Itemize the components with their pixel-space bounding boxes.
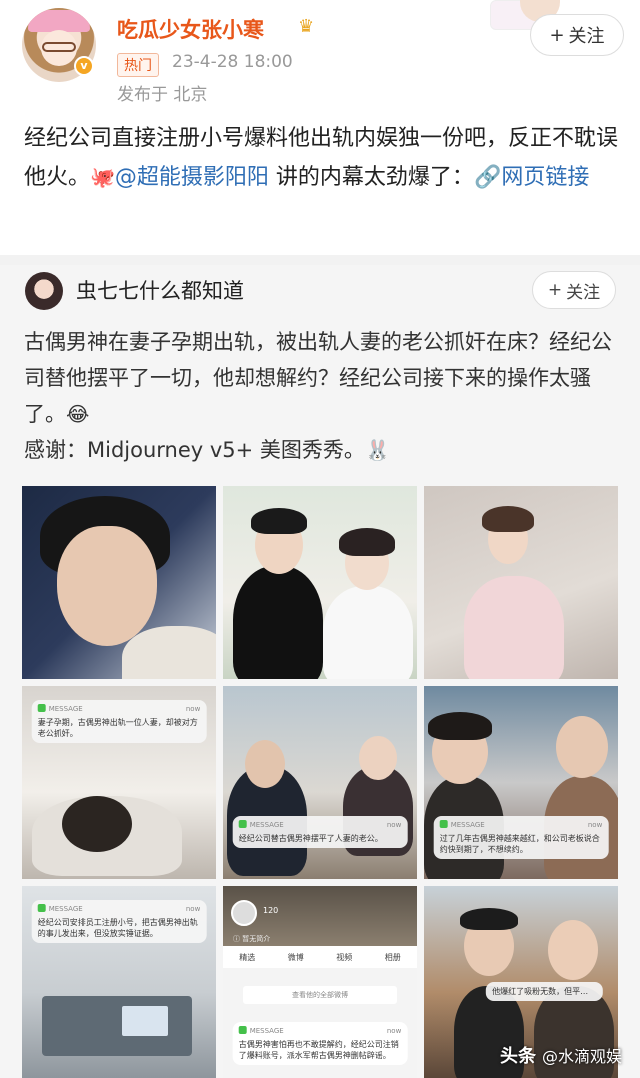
message-notification: MESSAGE now 妻子孕期，古偶男神出轨一位人妻，却被对方老公抓奸。: [31, 700, 207, 743]
grid-image-7[interactable]: MESSAGE now 经纪公司安排员工注册小号，把古偶男神出轨的事儿发出来，但没…: [22, 886, 216, 1078]
message-app-icon: [238, 1026, 247, 1034]
message-text: 古偶男神害怕再也不敢提解约，经纪公司注销了爆料账号，派水军帮古偶男神删帖辟谣。: [238, 1040, 399, 1060]
post-body: 经纪公司直接注册小号爆料他出轨内娱独一份吧，反正不耽误他火。🐙@超能摄影阳阳 讲…: [24, 120, 624, 197]
view-all-button: 查看他的全部微博: [243, 986, 397, 1004]
grid-image-5[interactable]: MESSAGE now 经纪公司替古偶男神摆平了人妻的老公。: [223, 686, 417, 879]
link-icon: 🔗: [473, 165, 502, 190]
message-time: now: [386, 1027, 402, 1035]
watermark-logo: 头条: [500, 1046, 536, 1067]
message-notification: MESSAGE now 过了几年古偶男神越来越红，和公司老板说合约快到期了，不想续…: [433, 816, 609, 859]
grid-image-2[interactable]: [223, 486, 417, 679]
web-link[interactable]: 🔗网页链接: [474, 165, 589, 190]
toutiao-watermark: 头条 @水滴观娱: [500, 1042, 622, 1068]
avatar-hat: [28, 10, 90, 32]
repost-follow-button[interactable]: + 关注: [532, 271, 616, 309]
main-post: v 吃瓜少女张小寒 ♛ 热门 23-4-28 18:00 发布于 北京 + 关注…: [0, 0, 640, 255]
follow-button-label: 关注: [568, 26, 605, 47]
message-notification: MESSAGE now 经纪公司替古偶男神摆平了人妻的老公。: [232, 816, 408, 848]
hot-badge: 热门: [117, 53, 159, 77]
message-app-icon: [439, 820, 448, 828]
watermark-account: @水滴观娱: [542, 1047, 623, 1066]
tab-weibo: 微博: [287, 952, 304, 962]
grid-image-6[interactable]: MESSAGE now 过了几年古偶男神越来越红，和公司老板说合约快到期了，不想续…: [424, 686, 618, 879]
tab-video: 视频: [336, 952, 353, 962]
message-text: 妻子孕期，古偶男神出轨一位人妻，却被对方老公抓奸。: [37, 718, 198, 738]
groom-suit: [233, 566, 323, 679]
post-timestamp: 23-4-28 18:00: [172, 52, 293, 72]
message-app-icon: [238, 820, 247, 828]
man-face: [245, 740, 285, 788]
avatar-glasses: [42, 42, 76, 52]
woman-face: [359, 736, 397, 780]
message-app-label: MESSAGE: [450, 821, 485, 829]
message-app-label: MESSAGE: [249, 821, 284, 829]
laughing-tears-emoji-icon: 😂: [66, 402, 90, 426]
message-time: now: [185, 905, 201, 913]
message-text: 经纪公司安排员工注册小号，把古偶男神出轨的事儿发出来，但没放实锤证据。: [37, 918, 198, 938]
grid-image-1[interactable]: [22, 486, 216, 679]
plus-icon: +: [549, 24, 565, 46]
profile-avatar: [231, 900, 257, 926]
message-time: now: [386, 821, 402, 829]
man-head-down: [62, 796, 132, 852]
black-cap: [460, 908, 518, 930]
tab-featured: 精选: [239, 952, 256, 962]
man-face: [57, 526, 157, 646]
octopus-emoji-icon: 🐙: [90, 165, 115, 189]
mention-link[interactable]: @超能摄影阳阳: [115, 165, 269, 190]
post-location: 发布于 北京: [117, 85, 208, 105]
info-icon: ⓘ: [233, 935, 243, 943]
message-notification: MESSAGE now 古偶男神害怕再也不敢提解约，经纪公司注销了爆料账号，派水军…: [232, 1022, 408, 1065]
message-notification: 他爆红了吸粉无数，但平…: [486, 982, 603, 1001]
message-app-label: MESSAGE: [249, 1027, 284, 1035]
rabbit-emoji-icon: 🐰: [364, 438, 390, 462]
message-text: 他爆红了吸粉无数，但平…: [492, 987, 589, 996]
bride-dress: [323, 586, 413, 679]
repost-author-avatar[interactable]: [25, 272, 63, 310]
man-right-face: [556, 716, 608, 778]
repost-thanks-text: 感谢：Midjourney v5+ 美图秀秀。: [24, 438, 365, 462]
pregnant-woman-dress: [464, 576, 564, 679]
profile-tabs: 精选 微博 视频 相册: [223, 946, 417, 968]
grid-image-8[interactable]: 120 ⓘ 暂无简介 精选 微博 视频 相册 查看他的全部微博 MESSAGE n…: [223, 886, 417, 1078]
man-left-hair: [428, 712, 492, 740]
profile-intro: ⓘ 暂无简介: [233, 934, 270, 944]
white-robe: [122, 626, 216, 679]
message-app-label: MESSAGE: [48, 905, 83, 913]
message-text: 过了几年古偶男神越来越红，和公司老板说合约快到期了，不想续约。: [439, 834, 600, 854]
profile-count: 120: [263, 906, 279, 915]
man-glasses-face: [548, 920, 598, 980]
message-app-icon: [37, 704, 46, 712]
grid-image-3[interactable]: [424, 486, 618, 679]
crown-icon: ♛: [298, 16, 315, 37]
groom-hair: [251, 508, 307, 534]
message-text: 经纪公司替古偶男神摆平了人妻的老公。: [238, 834, 383, 843]
repost-author-username[interactable]: 虫七七什么都知道: [76, 275, 244, 305]
bride-hair: [339, 528, 395, 556]
message-app-label: MESSAGE: [48, 705, 83, 713]
repost-follow-label: 关注: [566, 282, 601, 303]
office-desks: [42, 996, 192, 1056]
web-link-label: 网页链接: [501, 165, 590, 190]
repost-thanks: 感谢：Midjourney v5+ 美图秀秀。🐰: [24, 432, 390, 468]
profile-intro-text: 暂无简介: [242, 935, 271, 943]
verified-badge-icon: v: [74, 56, 94, 76]
grid-image-4[interactable]: MESSAGE now 妻子孕期，古偶男神出轨一位人妻，却被对方老公抓奸。: [22, 686, 216, 879]
computer-monitor: [122, 1006, 168, 1036]
author-username[interactable]: 吃瓜少女张小寒: [117, 14, 264, 44]
message-notification: MESSAGE now 经纪公司安排员工注册小号，把古偶男神出轨的事儿发出来，但没…: [31, 900, 207, 943]
section-divider: [0, 255, 640, 265]
tab-album: 相册: [384, 952, 401, 962]
message-time: now: [185, 705, 201, 713]
post-text-part2: 讲的内幕太劲爆了：: [268, 165, 474, 190]
message-app-icon: [37, 904, 46, 912]
repost-text: 古偶男神在妻子孕期出轨，被出轨人妻的老公抓奸在床？经纪公司替他摆平了一切，他却想…: [24, 330, 612, 426]
message-time: now: [587, 821, 603, 829]
follow-button[interactable]: + 关注: [530, 14, 624, 56]
woman-hair: [482, 506, 534, 532]
plus-icon: +: [547, 280, 563, 300]
repost-body: 古偶男神在妻子孕期出轨，被出轨人妻的老公抓奸在床？经纪公司替他摆平了一切，他却想…: [24, 324, 618, 432]
repost-card[interactable]: 虫七七什么都知道 + 关注 古偶男神在妻子孕期出轨，被出轨人妻的老公抓奸在床？经…: [0, 265, 640, 1078]
